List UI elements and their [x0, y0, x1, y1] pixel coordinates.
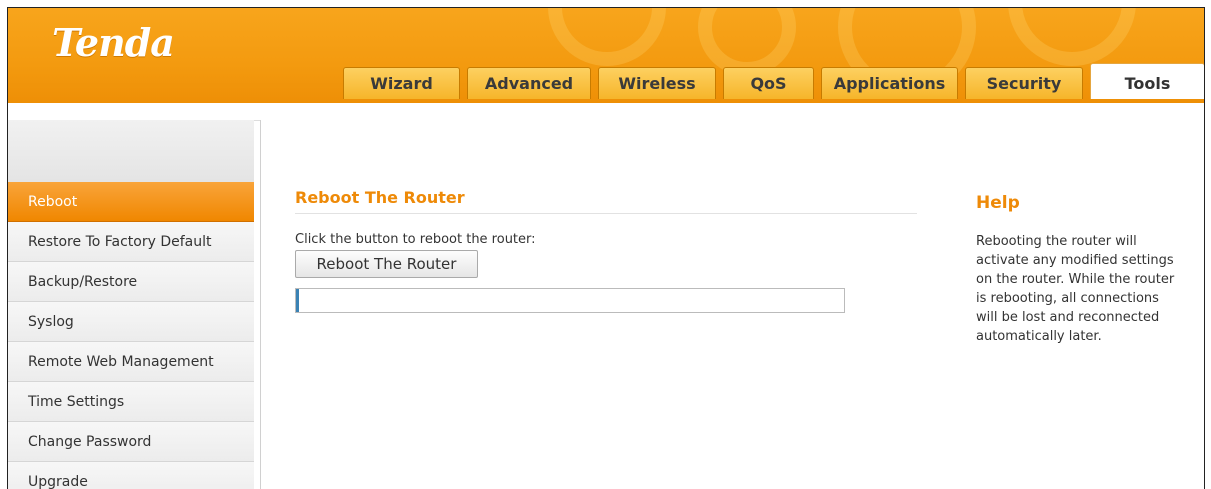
sidebar-item-remote-web-management[interactable]: Remote Web Management: [8, 342, 254, 382]
tab-wireless[interactable]: Wireless: [598, 67, 716, 99]
router-admin-window: Tenda Wizard Advanced Wireless QoS Appli…: [7, 7, 1205, 489]
top-strip: [8, 103, 1204, 121]
reboot-router-button[interactable]: Reboot The Router: [295, 250, 478, 278]
page-title: Reboot The Router: [295, 188, 465, 207]
sidebar-spacer: [8, 120, 254, 182]
main-panel: Reboot The Router Click the button to re…: [260, 120, 952, 489]
help-text: Rebooting the router will activate any m…: [976, 234, 1175, 344]
header-decoration: [1008, 8, 1136, 66]
sidebar-item-upgrade[interactable]: Upgrade: [8, 462, 254, 489]
help-panel: Help Rebooting the router will activate …: [951, 120, 1204, 489]
tab-applications[interactable]: Applications: [821, 67, 958, 99]
sidebar: Reboot Restore To Factory Default Backup…: [8, 120, 254, 489]
tab-tools[interactable]: Tools: [1090, 63, 1204, 99]
content-area: Reboot Restore To Factory Default Backup…: [8, 103, 1204, 489]
tab-wizard[interactable]: Wizard: [343, 67, 460, 99]
title-divider: [295, 213, 917, 214]
sidebar-item-change-password[interactable]: Change Password: [8, 422, 254, 462]
header-bar: Tenda Wizard Advanced Wireless QoS Appli…: [8, 8, 1204, 103]
tab-qos[interactable]: QoS: [723, 67, 814, 99]
sidebar-item-syslog[interactable]: Syslog: [8, 302, 254, 342]
tenda-logo[interactable]: Tenda: [52, 20, 175, 65]
tab-advanced[interactable]: Advanced: [467, 67, 591, 99]
reboot-progress-bar: [295, 288, 845, 313]
sidebar-item-reboot[interactable]: Reboot: [8, 182, 254, 222]
tab-security[interactable]: Security: [965, 67, 1083, 99]
sidebar-item-backup-restore[interactable]: Backup/Restore: [8, 262, 254, 302]
header-decoration: [698, 8, 796, 76]
progress-fill: [296, 289, 299, 312]
header-decoration: [548, 8, 666, 66]
help-title: Help: [976, 193, 1020, 213]
sidebar-item-time-settings[interactable]: Time Settings: [8, 382, 254, 422]
sidebar-item-restore-factory-default[interactable]: Restore To Factory Default: [8, 222, 254, 262]
reboot-description: Click the button to reboot the router:: [295, 232, 536, 247]
